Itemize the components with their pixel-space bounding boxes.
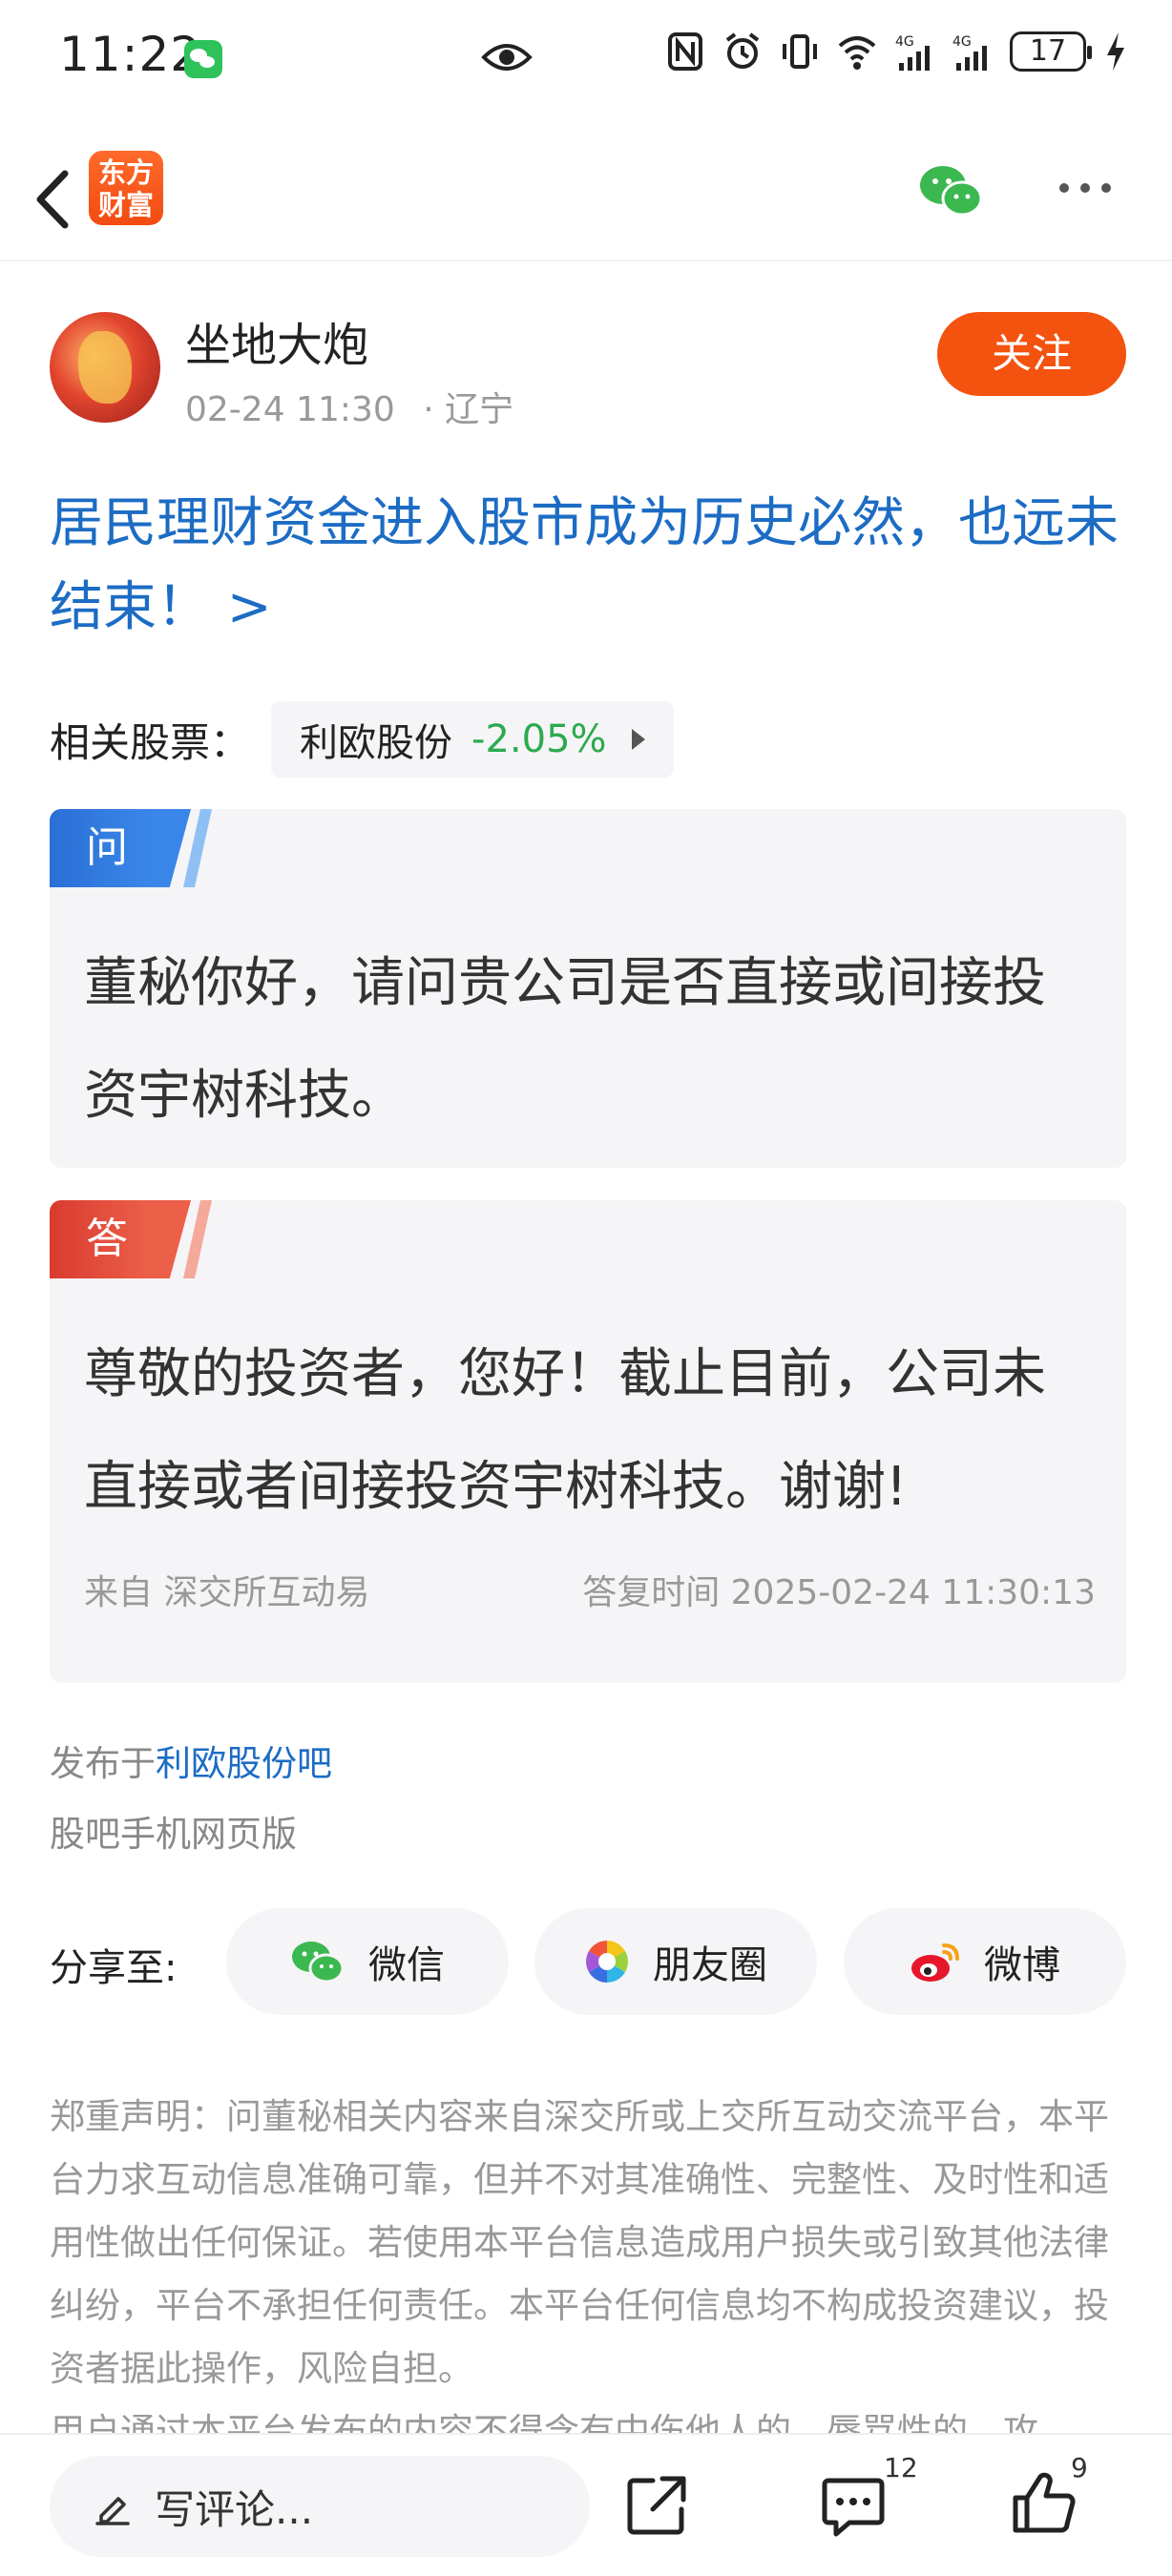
published-in: 发布于利欧股份吧 bbox=[50, 1735, 332, 1786]
disclaimer-text-cut: 用户通过本平台发布的内容不得含有中伤他人的、辱骂性的、攻 bbox=[50, 2411, 1038, 2433]
battery-icon: 17 bbox=[1010, 31, 1092, 72]
comment-placeholder: 写评论... bbox=[155, 2485, 314, 2533]
question-text: 董秘你好，请问贵公司是否直接或间接投资宇树科技。 bbox=[84, 952, 1046, 1127]
author-name[interactable]: 坐地大炮 bbox=[185, 307, 368, 374]
status-time: 11:22 bbox=[59, 27, 202, 82]
web-version-label: 股吧手机网页版 bbox=[50, 1814, 297, 1855]
app-logo[interactable]: 东方财富 bbox=[89, 151, 163, 225]
alarm-icon bbox=[725, 32, 760, 69]
back-icon[interactable] bbox=[23, 156, 90, 242]
disclaimer: 郑重声明：问董秘相关内容来自深交所或上交所互动交流平台，本平台力求互动信息准确可… bbox=[50, 2086, 1128, 2433]
share-moments-label: 朋友圈 bbox=[653, 1943, 767, 1987]
post-location: · 辽宁 bbox=[423, 390, 514, 429]
avatar[interactable] bbox=[50, 312, 160, 423]
share-icon[interactable] bbox=[624, 2473, 689, 2538]
share-weibo-button[interactable]: 微博 bbox=[844, 1908, 1126, 2015]
author-section: 坐地大炮 02-24 11:30 · 辽宁 关注 bbox=[50, 307, 1126, 431]
forum-link[interactable]: 利欧股份吧 bbox=[156, 1743, 332, 1784]
pencil-icon bbox=[95, 2497, 130, 2525]
charging-icon bbox=[1107, 32, 1124, 71]
signal-4g-icon: 4G bbox=[895, 34, 930, 71]
answer-source: 来自 深交所互动易 bbox=[84, 1573, 370, 1612]
wifi-icon bbox=[838, 36, 876, 70]
bottom-bar: 写评论... 12 9 bbox=[0, 2433, 1172, 2576]
share-wechat-label: 微信 bbox=[368, 1943, 445, 1987]
moments-icon bbox=[586, 1941, 628, 1983]
answer-time: 答复时间 2025-02-24 11:30:13 bbox=[582, 1573, 1096, 1612]
thumbs-up-icon[interactable] bbox=[1012, 2471, 1077, 2536]
post-title[interactable]: 居民理财资金进入股市成为历史必然，也远未结束！ > bbox=[50, 482, 1128, 650]
vibrate-icon bbox=[783, 34, 817, 69]
author-meta: 02-24 11:30 · 辽宁 bbox=[185, 382, 513, 431]
disclaimer-text: 郑重声明：问董秘相关内容来自深交所或上交所互动交流平台，本平台力求互动信息准确可… bbox=[50, 2096, 1109, 2389]
share-section: 分享至: 微信 朋友圈 微博 bbox=[50, 1908, 1126, 2015]
svg-text:4G: 4G bbox=[895, 34, 914, 50]
wechat-notification-icon bbox=[184, 40, 222, 78]
answer-tag: 答 bbox=[50, 1200, 191, 1278]
signal-4g-icon: 4G bbox=[952, 34, 987, 71]
follow-button[interactable]: 关注 bbox=[937, 312, 1126, 396]
question-tag: 问 bbox=[50, 809, 191, 887]
answer-text: 尊敬的投资者，您好！截止目前，公司未直接或者间接投资宇树科技。谢谢! bbox=[84, 1343, 1046, 1518]
eye-icon bbox=[481, 44, 533, 71]
wechat-icon bbox=[292, 1942, 345, 1984]
comment-count: 12 bbox=[884, 2452, 918, 2483]
svg-text:4G: 4G bbox=[952, 34, 972, 50]
nfc-icon bbox=[668, 32, 702, 71]
related-label: 相关股票： bbox=[50, 718, 251, 766]
play-arrow-icon bbox=[631, 729, 645, 750]
published-prefix: 发布于 bbox=[50, 1743, 156, 1784]
like-count: 9 bbox=[1071, 2452, 1088, 2483]
share-label: 分享至: bbox=[50, 1946, 178, 1990]
top-nav: 东方财富 bbox=[0, 143, 1172, 261]
status-bar: 11:22 4G 4G 17 bbox=[0, 0, 1172, 114]
related-stocks: 相关股票： 利欧股份 -2.05% bbox=[50, 701, 674, 778]
comment-icon[interactable] bbox=[821, 2475, 886, 2538]
question-card: 问 董秘你好，请问贵公司是否直接或间接投资宇树科技。 bbox=[50, 809, 1126, 1168]
more-icon[interactable] bbox=[1059, 183, 1111, 193]
share-moments-button[interactable]: 朋友圈 bbox=[534, 1908, 817, 2015]
stock-chip[interactable]: 利欧股份 -2.05% bbox=[271, 701, 674, 778]
share-weibo-label: 微博 bbox=[984, 1943, 1060, 1987]
post-datetime: 02-24 11:30 bbox=[185, 390, 395, 429]
share-wechat-button[interactable]: 微信 bbox=[226, 1908, 509, 2015]
stock-change: -2.05% bbox=[471, 717, 607, 761]
stock-name: 利欧股份 bbox=[300, 721, 453, 765]
comment-input[interactable]: 写评论... bbox=[50, 2456, 590, 2557]
weibo-icon bbox=[911, 1943, 959, 1982]
answer-card: 答 尊敬的投资者，您好！截止目前，公司未直接或者间接投资宇树科技。谢谢! 来自 … bbox=[50, 1200, 1126, 1683]
wechat-share-icon[interactable] bbox=[918, 162, 985, 219]
